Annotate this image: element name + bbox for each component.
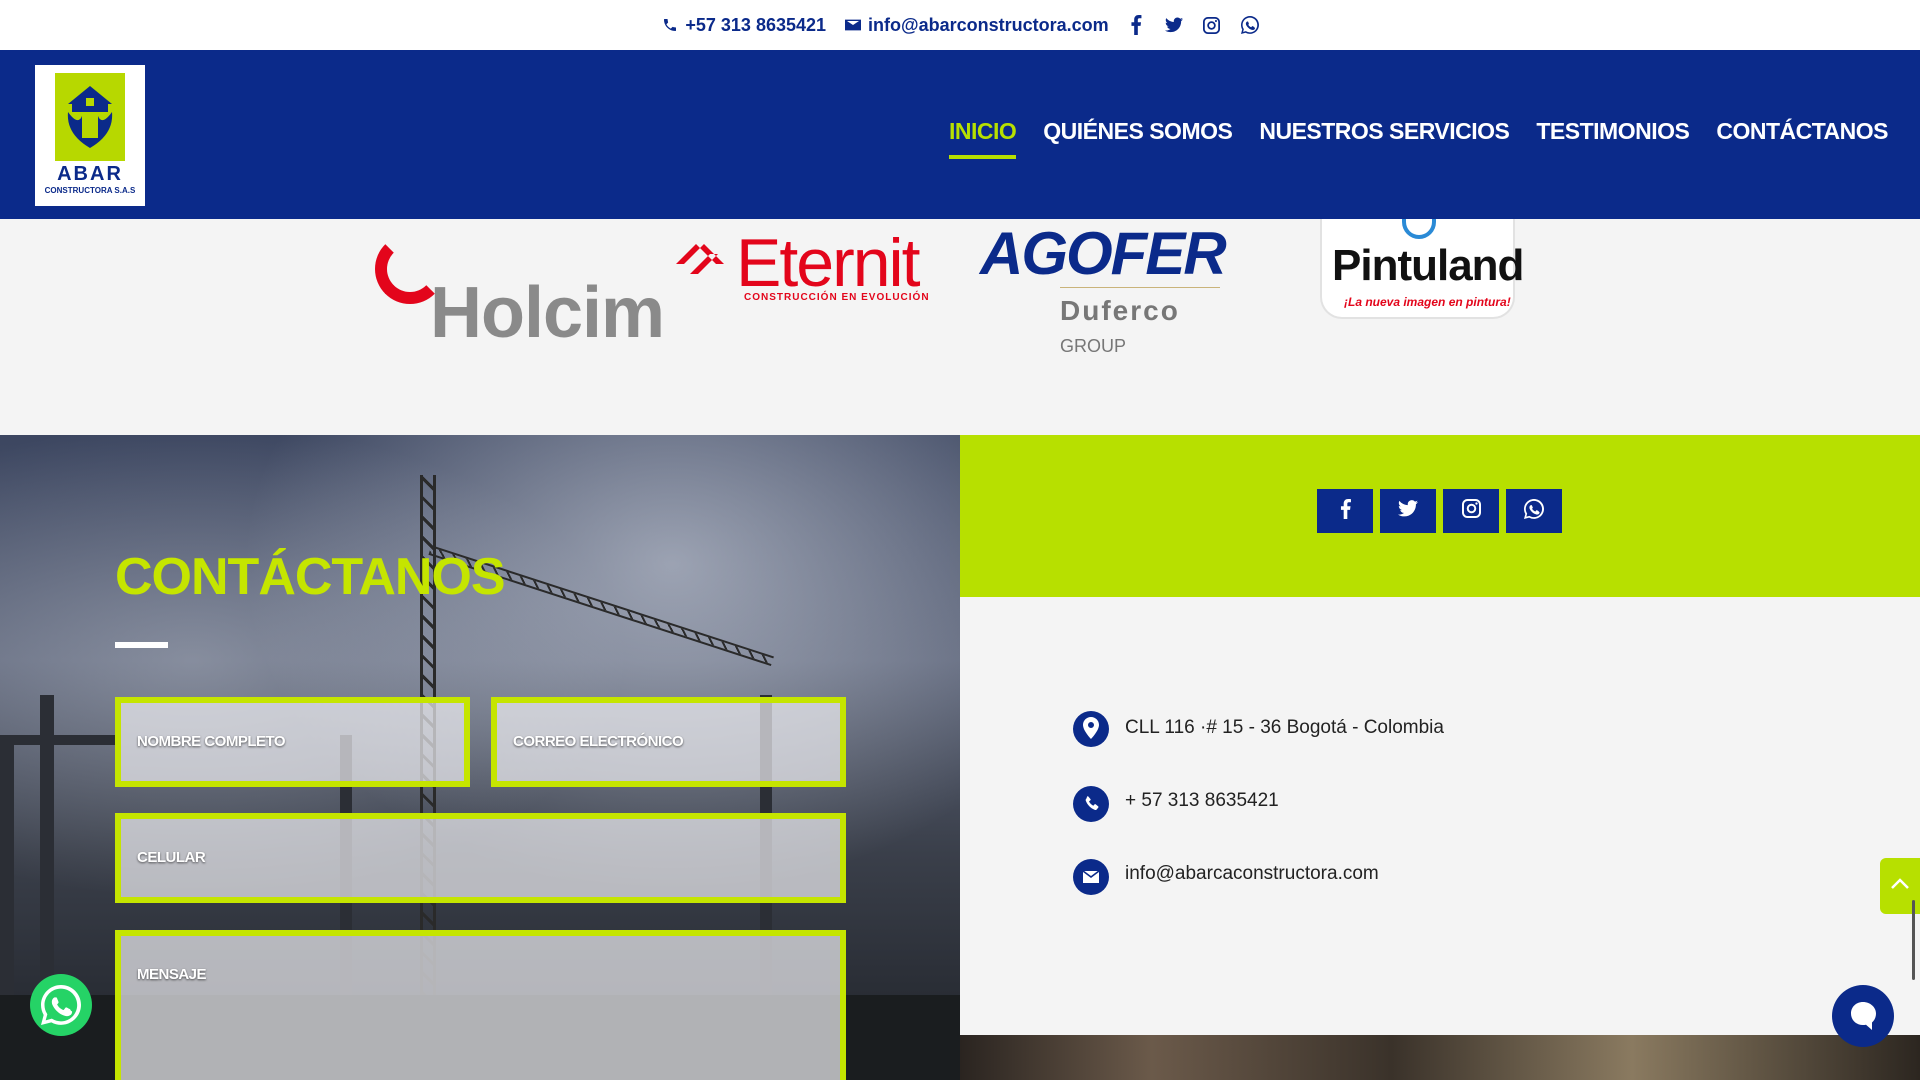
logo-name: ABAR <box>57 163 123 185</box>
nav-nuestros-servicios[interactable]: NUESTROS SERVICIOS <box>1259 118 1510 159</box>
whatsapp-button[interactable] <box>1506 489 1562 533</box>
whatsapp-icon <box>41 985 81 1025</box>
facebook-button[interactable] <box>1317 489 1373 533</box>
contact-info: CLL 116 ·# 15 - 36 Bogotá - Colombia + 5… <box>960 597 1920 1035</box>
instagram-icon[interactable] <box>1201 14 1223 36</box>
email-field[interactable]: CORREO ELECTRÓNICO <box>491 697 846 787</box>
chevron-up-icon <box>1890 877 1910 895</box>
full-name-field[interactable]: NOMBRE COMPLETO <box>115 697 470 787</box>
house-hand-icon <box>55 73 125 161</box>
message-placeholder: MENSAJE <box>137 966 207 983</box>
chat-button[interactable] <box>1832 975 1894 1057</box>
mail-icon <box>842 14 864 36</box>
brand-logos: Holcim Eternit CONSTRUCCIÓN EN EVOLUCIÓN… <box>0 219 1920 435</box>
facebook-icon[interactable] <box>1125 14 1147 36</box>
topbar-email-text: info@abarconstructora.com <box>868 14 1109 35</box>
agofer-divider <box>1060 287 1220 288</box>
eternit-tagline: CONSTRUCCIÓN EN EVOLUCIÓN <box>744 292 930 303</box>
duferco-suffix: GROUP <box>1060 336 1127 356</box>
topbar-email[interactable]: info@abarconstructora.com <box>842 14 1109 36</box>
phone-row: + 57 313 8635421 <box>1073 780 1279 826</box>
facebook-icon <box>1340 498 1351 524</box>
mail-icon <box>1073 853 1109 899</box>
chat-circle <box>1832 985 1894 1047</box>
chat-icon <box>1851 1002 1876 1030</box>
whatsapp-icon <box>1524 498 1544 524</box>
top-bar: +57 313 8635421 info@abarconstructora.co… <box>0 0 1920 50</box>
duferco-name: Duferco <box>1060 295 1180 326</box>
twitter-icon[interactable] <box>1163 14 1185 36</box>
instagram-button[interactable] <box>1443 489 1499 533</box>
twitter-icon <box>1398 500 1418 522</box>
main-nav: INICIO QUIÉNES SOMOS NUESTROS SERVICIOS … <box>949 118 1888 159</box>
holcim-logo: Holcim <box>375 234 665 353</box>
tools-photo <box>960 1035 1920 1080</box>
pintuland-logo: Pintuland ¡La nueva imagen en pintura! <box>1320 219 1524 319</box>
full-name-placeholder: NOMBRE COMPLETO <box>137 733 286 750</box>
whatsapp-icon[interactable] <box>1239 14 1261 36</box>
phone-text[interactable]: + 57 313 8635421 <box>1125 780 1279 812</box>
eternit-mark-icon <box>676 234 726 284</box>
address-row: CLL 116 ·# 15 - 36 Bogotá - Colombia <box>1073 707 1444 753</box>
address-text: CLL 116 ·# 15 - 36 Bogotá - Colombia <box>1125 717 1444 738</box>
pintuland-wordmark: Pintuland <box>1332 241 1524 290</box>
instagram-icon <box>1461 499 1481 523</box>
pintuland-drop-icon <box>1402 219 1436 239</box>
eternit-wordmark: Eternit <box>736 225 921 301</box>
email-text[interactable]: info@abarcaconstructora.com <box>1125 853 1379 885</box>
nav-contactanos[interactable]: CONTÁCTANOS <box>1716 118 1888 159</box>
nav-inicio[interactable]: INICIO <box>949 118 1017 159</box>
agofer-logo: AGOFER Duferco GROUP <box>980 219 1240 356</box>
twitter-button[interactable] <box>1380 489 1436 533</box>
email-row: info@abarcaconstructora.com <box>1073 853 1379 899</box>
abar-logo[interactable]: ABAR CONSTRUCTORA S.A.S <box>35 65 145 206</box>
topbar-phone-text: +57 313 8635421 <box>685 14 827 35</box>
contact-form-section: CONTÁCTANOS NOMBRE COMPLETO CORREO ELECT… <box>0 435 960 1080</box>
nav-testimonios[interactable]: TESTIMONIOS <box>1536 118 1689 159</box>
pintuland-tagline: ¡La nueva imagen en pintura! <box>1344 295 1511 309</box>
duferco-group-text: Duferco GROUP <box>1060 295 1240 359</box>
building-frame <box>0 735 120 745</box>
title-underline <box>115 642 168 648</box>
topbar-phone[interactable]: +57 313 8635421 <box>659 14 826 36</box>
mobile-placeholder: CELULAR <box>137 849 206 866</box>
main-header: ABAR CONSTRUCTORA S.A.S INICIO QUIÉNES S… <box>0 50 1920 219</box>
nav-quienes-somos[interactable]: QUIÉNES SOMOS <box>1043 118 1233 159</box>
phone-icon <box>1073 780 1109 826</box>
logo-subtitle: CONSTRUCTORA S.A.S <box>44 186 136 195</box>
phone-icon <box>659 14 681 36</box>
social-band <box>960 435 1920 597</box>
mobile-field[interactable]: CELULAR <box>115 813 846 903</box>
whatsapp-float-button[interactable] <box>28 965 94 1045</box>
agofer-wordmark: AGOFER <box>980 220 1227 287</box>
email-placeholder: CORREO ELECTRÓNICO <box>513 733 684 750</box>
contact-title: CONTÁCTANOS <box>115 548 506 606</box>
location-pin-icon <box>1073 707 1109 753</box>
message-field[interactable]: MENSAJE <box>115 930 846 1080</box>
eternit-logo: Eternit CONSTRUCCIÓN EN EVOLUCIÓN <box>676 224 936 314</box>
scrollbar-thumb[interactable] <box>1912 900 1915 980</box>
holcim-wordmark: Holcim <box>430 273 665 353</box>
whatsapp-circle <box>30 974 92 1036</box>
